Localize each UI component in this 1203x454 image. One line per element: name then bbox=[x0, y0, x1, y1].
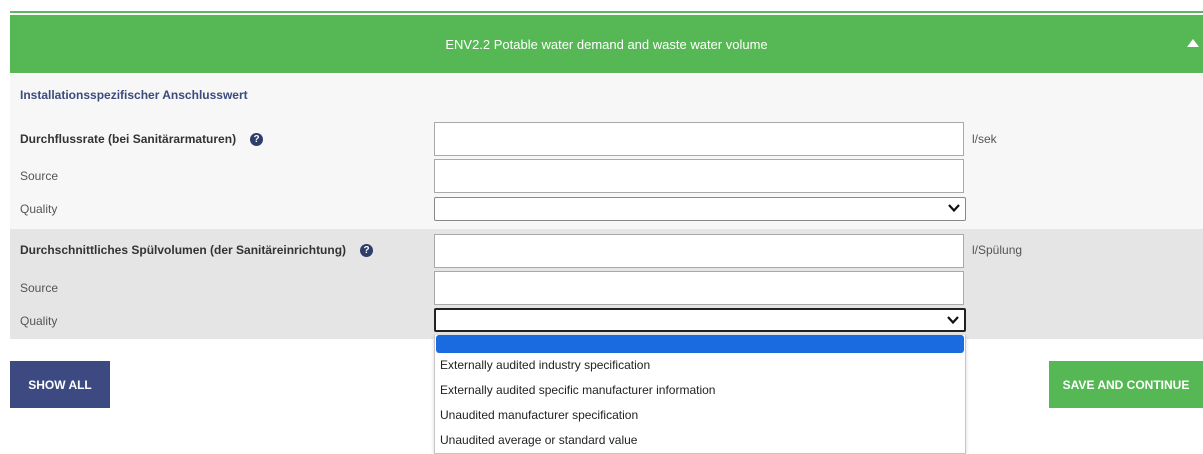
help-icon[interactable]: ? bbox=[360, 244, 374, 258]
flush-volume-input[interactable] bbox=[434, 234, 964, 268]
help-icon[interactable]: ? bbox=[250, 133, 264, 147]
form-panel: Installationsspezifischer Anschlusswert … bbox=[10, 74, 1203, 339]
flow-rate-quality-select[interactable] bbox=[434, 197, 966, 221]
quality-dropdown-list: Externally audited industry specificatio… bbox=[434, 335, 966, 454]
dropdown-option[interactable]: Unaudited average or standard value bbox=[435, 428, 965, 453]
quality-label: Quality bbox=[20, 314, 58, 328]
dropdown-option[interactable]: Externally audited industry specificatio… bbox=[435, 353, 965, 378]
source-label: Source bbox=[20, 169, 59, 183]
dropdown-option-blank[interactable] bbox=[436, 335, 964, 353]
flush-volume-quality-select[interactable] bbox=[434, 308, 966, 332]
section-header[interactable]: ENV2.2 Potable water demand and waste wa… bbox=[10, 15, 1203, 73]
section-heading: Installationsspezifischer Anschlusswert bbox=[20, 88, 248, 102]
chevron-down-icon bbox=[947, 316, 959, 325]
flush-volume-unit: l/Spülung bbox=[972, 243, 1023, 257]
dropdown-option[interactable]: Unaudited manufacturer specification bbox=[435, 403, 965, 428]
flush-volume-source-input[interactable] bbox=[434, 271, 964, 305]
header-top-line bbox=[10, 11, 1203, 13]
flush-volume-label: Durchschnittliches Spülvolumen (der Sani… bbox=[20, 243, 374, 258]
show-all-button[interactable]: SHOW ALL bbox=[10, 361, 110, 408]
flow-rate-unit: l/sek bbox=[972, 132, 997, 146]
chevron-down-icon bbox=[948, 204, 960, 213]
dropdown-option[interactable]: Externally audited specific manufacturer… bbox=[435, 378, 965, 403]
source-label: Source bbox=[20, 281, 59, 295]
flush-volume-label-text: Durchschnittliches Spülvolumen (der Sani… bbox=[20, 243, 347, 257]
quality-label: Quality bbox=[20, 202, 58, 216]
form-group-flush-volume: Durchschnittliches Spülvolumen (der Sani… bbox=[10, 229, 1203, 339]
flow-rate-source-input[interactable] bbox=[434, 159, 964, 193]
section-title: ENV2.2 Potable water demand and waste wa… bbox=[445, 36, 768, 52]
flow-rate-label: Durchflussrate (bei Sanitärarmaturen)? bbox=[20, 132, 264, 147]
flow-rate-input[interactable] bbox=[434, 122, 964, 156]
form-group-flow-rate: Installationsspezifischer Anschlusswert … bbox=[10, 74, 1203, 229]
flow-rate-label-text: Durchflussrate (bei Sanitärarmaturen) bbox=[20, 132, 237, 146]
collapse-icon[interactable] bbox=[1187, 39, 1199, 47]
save-and-continue-button[interactable]: SAVE AND CONTINUE bbox=[1049, 361, 1203, 408]
